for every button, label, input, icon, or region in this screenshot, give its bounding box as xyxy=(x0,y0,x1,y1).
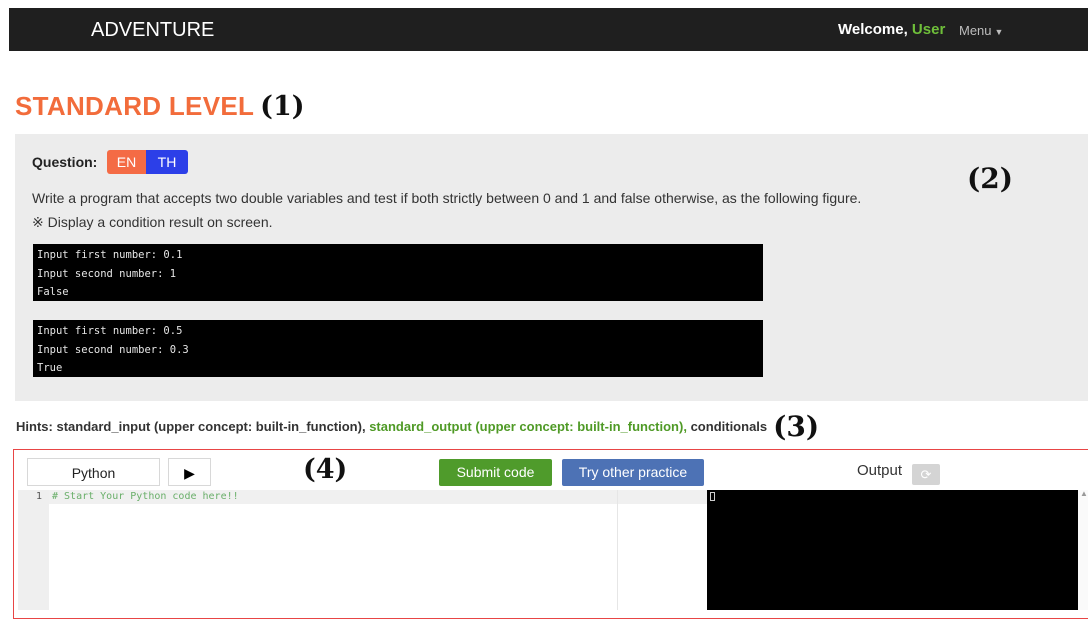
console-line: Input first number: 0.1 xyxy=(37,249,183,261)
try-other-practice-button[interactable]: Try other practice xyxy=(562,459,704,486)
hint-standard-input: standard_input (upper concept: built-in_… xyxy=(56,419,366,434)
chevron-down-icon: ▼ xyxy=(994,27,1004,37)
menu-label: Menu xyxy=(959,23,992,38)
output-console[interactable] xyxy=(707,490,1078,610)
console-line: Input second number: 0.3 xyxy=(37,343,189,356)
page-title: STANDARD LEVEL (1) xyxy=(15,91,305,122)
menu-dropdown[interactable]: Menu ▼ xyxy=(959,23,1003,38)
level-title: STANDARD LEVEL xyxy=(15,91,255,121)
question-label: Question: xyxy=(32,154,98,170)
welcome-label: Welcome, xyxy=(838,21,908,38)
code-line[interactable]: # Start Your Python code here!! xyxy=(52,491,239,502)
refresh-output-button[interactable]: ⟳ xyxy=(912,464,940,485)
question-panel: Question: EN TH (2) Write a program that… xyxy=(15,134,1088,401)
user-name[interactable]: User xyxy=(912,21,945,38)
console-line: Input first number: 0.5 xyxy=(37,325,183,337)
hints-row: Hints: standard_input (upper concept: bu… xyxy=(16,410,819,443)
console-line: Input second number: 1 xyxy=(37,267,177,280)
console-line: True xyxy=(37,362,63,374)
language-select-button[interactable]: Python xyxy=(27,458,160,486)
play-icon: ▶ xyxy=(184,465,195,481)
language-en-button[interactable]: EN xyxy=(107,150,146,174)
question-note: ※ Display a condition result on screen. xyxy=(32,214,273,230)
example-console-1: Input first number: 0.1 Input second num… xyxy=(33,244,763,301)
scroll-up-icon[interactable]: ▲ xyxy=(1080,489,1088,498)
brand-logo[interactable]: ADVENTURE xyxy=(91,19,214,42)
editor-gutter xyxy=(18,490,49,610)
editor-divider xyxy=(617,490,618,610)
hint-conditionals: conditionals xyxy=(690,419,768,434)
example-console-2: Input first number: 0.5 Input second num… xyxy=(33,320,763,377)
top-navbar: ADVENTURE Welcome, User Menu ▼ xyxy=(9,8,1088,51)
console-line: False xyxy=(37,286,69,298)
annotation-marker-2: (2) xyxy=(967,162,1013,195)
welcome-text: Welcome, User xyxy=(838,21,945,38)
output-cursor xyxy=(710,492,715,501)
annotation-marker-4: (4) xyxy=(303,454,348,485)
submit-code-button[interactable]: Submit code xyxy=(439,459,552,486)
hint-standard-output: standard_output (upper concept: built-in… xyxy=(369,419,687,434)
run-button[interactable]: ▶ xyxy=(168,458,211,486)
output-label: Output xyxy=(857,462,903,479)
annotation-marker-1: (1) xyxy=(260,91,305,122)
refresh-icon: ⟳ xyxy=(920,467,932,482)
code-editor[interactable] xyxy=(18,490,707,610)
output-scrollbar[interactable] xyxy=(1078,490,1088,610)
line-number: 1 xyxy=(35,491,42,502)
annotation-marker-3: (3) xyxy=(773,410,820,443)
language-th-button[interactable]: TH xyxy=(146,150,188,174)
hints-label: Hints: xyxy=(16,419,53,434)
question-text: Write a program that accepts two double … xyxy=(32,190,862,206)
